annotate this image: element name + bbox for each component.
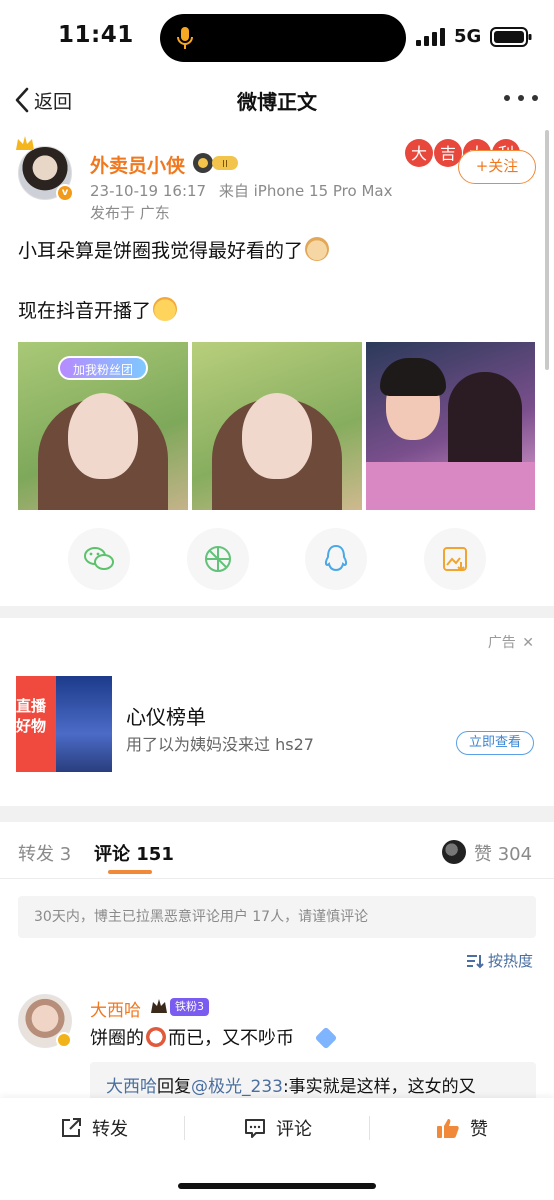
ad-thumb-text: 直播 好物 bbox=[16, 696, 56, 736]
photo-face bbox=[242, 393, 312, 480]
thumbs-up-icon bbox=[437, 1119, 459, 1138]
status-bar: 11:41 5G bbox=[0, 0, 554, 76]
reply-author[interactable]: 大西哈 bbox=[106, 1077, 157, 1097]
post-location: 发布于 广东 bbox=[90, 204, 170, 222]
wechat-icon bbox=[84, 547, 114, 570]
tab-comments[interactable]: 评论 151 bbox=[94, 840, 174, 866]
battery-icon bbox=[490, 27, 532, 47]
ad-subtitle: 用了以为姨妈没来过 hs27 bbox=[126, 735, 314, 754]
post-text: 小耳朵算是饼圈我觉得最好看的了 bbox=[18, 240, 304, 262]
comment-text-part-2: 而已，又不吵币 bbox=[168, 1028, 294, 1049]
section-divider bbox=[0, 606, 554, 618]
separator bbox=[369, 1116, 370, 1140]
moments-icon bbox=[205, 546, 231, 572]
tab-likes[interactable]: 赞 304 bbox=[474, 840, 532, 866]
liker-avatar bbox=[442, 840, 466, 864]
comment-label: 评论 bbox=[276, 1119, 312, 1140]
post-source: 来自 iPhone 15 Pro Max bbox=[218, 182, 393, 200]
post-text-line-2: 现在抖音开播了 bbox=[18, 296, 178, 323]
sort-icon bbox=[467, 954, 484, 968]
more-options-button[interactable] bbox=[504, 86, 538, 110]
blacklist-notice: 30天内，博主已拉黑恶意评论用户 17人，请谨慎评论 bbox=[18, 896, 536, 938]
nav-bar: 返回 微博正文 bbox=[0, 76, 554, 124]
reply-text: :事实就是这样，这女的又 bbox=[282, 1077, 476, 1097]
fortune-char-1: 大 bbox=[411, 144, 427, 163]
comment-text-part-1: 饼圈的 bbox=[90, 1028, 144, 1049]
dynamic-island bbox=[160, 14, 406, 62]
share-qq-button[interactable] bbox=[305, 528, 367, 590]
clock: 11:41 bbox=[58, 22, 134, 48]
surprised-emoji-icon bbox=[153, 297, 178, 321]
ad-label-text: 广告 bbox=[487, 635, 516, 651]
save-image-icon bbox=[443, 547, 467, 572]
network-type: 5G bbox=[454, 26, 482, 47]
crown-icon bbox=[16, 136, 34, 150]
post-image-1[interactable]: 加我粉丝团 bbox=[18, 342, 188, 510]
commenter-name[interactable]: 大西哈 bbox=[90, 996, 141, 1021]
post-timestamp: 23-10-19 16:17 bbox=[90, 182, 207, 200]
doge-emoji-icon bbox=[305, 237, 330, 261]
ad-thumb-line-2: 好物 bbox=[16, 717, 47, 735]
dot-icon bbox=[504, 95, 510, 101]
reply-verb: 回复 bbox=[157, 1077, 191, 1097]
ad-thumb-product bbox=[56, 676, 112, 772]
fan-badge: 铁粉3 bbox=[150, 997, 209, 1017]
fan-club-tag: 加我粉丝团 bbox=[58, 356, 148, 380]
section-divider bbox=[0, 806, 554, 822]
sort-label: 按热度 bbox=[488, 952, 534, 970]
repost-button[interactable]: 转发 bbox=[60, 1116, 128, 1140]
sort-button[interactable]: 按热度 bbox=[466, 950, 533, 971]
crown-icon bbox=[151, 999, 167, 1013]
post-image-2[interactable] bbox=[192, 342, 362, 510]
share-out-icon bbox=[62, 1118, 81, 1137]
scrollbar[interactable] bbox=[545, 130, 549, 370]
post-image-3[interactable] bbox=[366, 342, 535, 510]
home-indicator[interactable] bbox=[178, 1183, 376, 1189]
author-avatar[interactable]: v bbox=[16, 136, 74, 202]
dot-icon bbox=[518, 95, 524, 101]
share-moments-button[interactable] bbox=[187, 528, 249, 590]
like-label: 赞 bbox=[470, 1119, 488, 1140]
save-image-button[interactable] bbox=[424, 528, 486, 590]
follow-button[interactable]: +关注 bbox=[458, 150, 536, 184]
reply-target[interactable]: @极光_233 bbox=[191, 1077, 283, 1097]
ad-thumbnail[interactable]: 直播 好物 bbox=[16, 676, 112, 772]
like-button[interactable]: 赞 bbox=[436, 1116, 488, 1140]
repost-label: 转发 bbox=[92, 1119, 128, 1140]
page-title: 微博正文 bbox=[237, 90, 317, 114]
qq-icon bbox=[324, 544, 348, 572]
diamond-badge-icon bbox=[314, 1026, 338, 1050]
photo-clothes bbox=[366, 462, 535, 510]
close-icon[interactable]: ✕ bbox=[522, 635, 534, 651]
post-meta: 23-10-19 16:17 来自 iPhone 15 Pro Max bbox=[90, 180, 392, 201]
verified-icon: v bbox=[56, 184, 74, 202]
post-text-line-1: 小耳朵算是饼圈我觉得最好看的了 bbox=[18, 236, 330, 263]
photo-hair bbox=[380, 358, 446, 396]
ad-thumb-line-1: 直播 bbox=[16, 697, 47, 715]
signal-icon bbox=[416, 28, 445, 46]
post-text: 现在抖音开播了 bbox=[18, 300, 152, 322]
comment-text: 饼圈的 而已，又不吵币 bbox=[90, 1024, 338, 1050]
comment-button[interactable]: 评论 bbox=[244, 1116, 312, 1140]
fan-level: 铁粉3 bbox=[170, 998, 209, 1016]
dot-icon bbox=[532, 95, 538, 101]
comment-icon bbox=[245, 1119, 265, 1138]
share-wechat-button[interactable] bbox=[68, 528, 130, 590]
microphone-icon bbox=[177, 27, 193, 49]
photo-face bbox=[68, 393, 138, 480]
separator bbox=[184, 1116, 185, 1140]
fortune-char-2: 吉 bbox=[440, 144, 456, 163]
active-tab-indicator bbox=[108, 870, 152, 874]
author-name[interactable]: 外卖员小侠 bbox=[90, 151, 185, 178]
svg-text:II: II bbox=[222, 159, 228, 170]
ad-label[interactable]: 广告 ✕ bbox=[488, 632, 534, 652]
ad-cta-button[interactable]: 立即查看 bbox=[456, 731, 534, 755]
tab-reposts[interactable]: 转发 3 bbox=[18, 840, 71, 866]
tabs-divider bbox=[0, 878, 554, 879]
ad-title: 心仪榜单 bbox=[126, 705, 206, 729]
verified-icon bbox=[56, 1032, 72, 1048]
chicken-emoji-icon bbox=[146, 1027, 166, 1047]
user-level-badge: II bbox=[193, 153, 238, 173]
